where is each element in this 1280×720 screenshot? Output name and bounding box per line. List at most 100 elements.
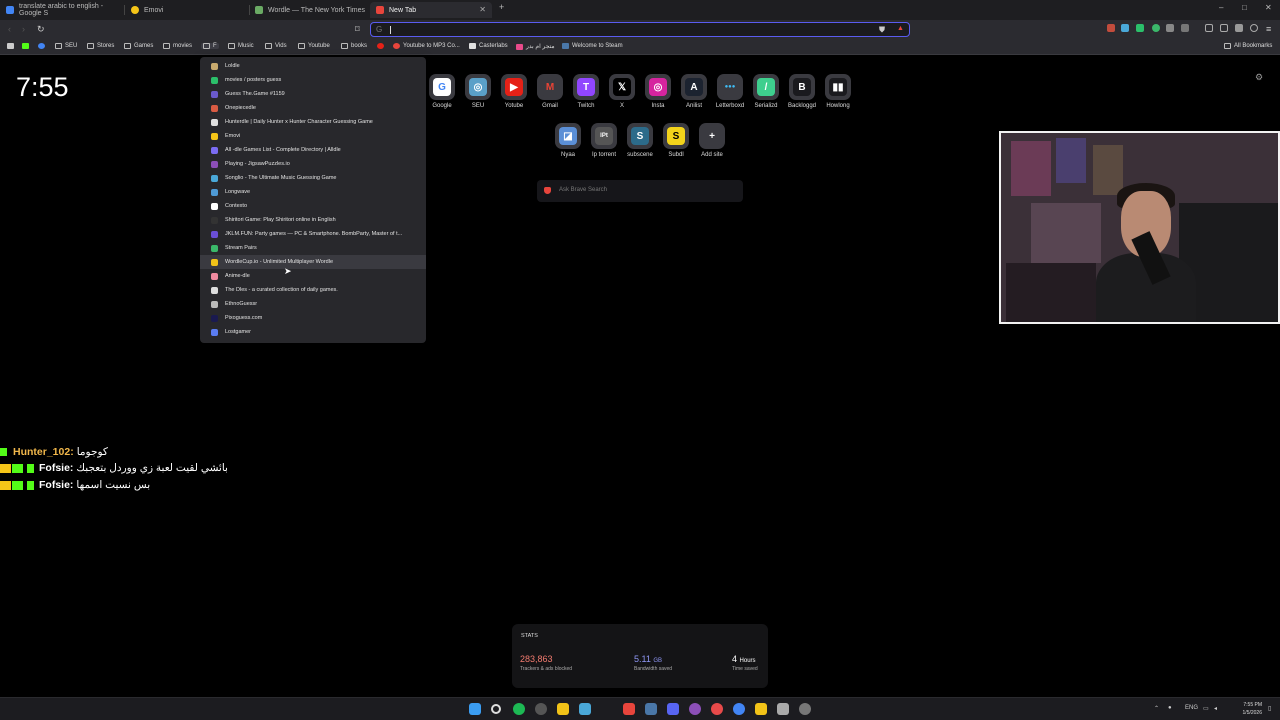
top-site-subdl[interactable]: S Subdl — [658, 123, 694, 158]
search-icon[interactable] — [491, 704, 501, 714]
steam-taskbar-icon[interactable] — [645, 703, 657, 715]
app-icon-2[interactable] — [579, 703, 591, 715]
maximize-button[interactable]: □ — [1242, 3, 1247, 12]
top-site-yotube[interactable]: ▶ Yotube — [496, 74, 532, 109]
extension-icon-1[interactable] — [1107, 24, 1115, 32]
sidebar-toggle-icon[interactable] — [1205, 24, 1213, 32]
bookmark-steam[interactable]: Welcome to Steam — [562, 43, 623, 49]
app-icon-3[interactable] — [689, 703, 701, 715]
tab-new-tab[interactable]: New Tab ✕ — [370, 2, 492, 18]
settings-taskbar-icon[interactable] — [799, 703, 811, 715]
language-indicator[interactable]: ENG — [1185, 705, 1198, 711]
brave-taskbar-icon[interactable] — [623, 703, 635, 715]
bookmark-folder-youtube[interactable]: Youtube — [298, 43, 330, 49]
file-explorer-icon[interactable] — [557, 703, 569, 715]
apps-bookmark[interactable] — [7, 43, 17, 49]
top-site-subscene[interactable]: Ssubscene — [622, 123, 658, 158]
bookmark-folder-books[interactable]: books — [341, 43, 367, 49]
top-site-x[interactable]: 𝕏X — [604, 74, 640, 109]
top-site-serializd[interactable]: / Serializd — [748, 74, 784, 109]
bookmark-menu-item[interactable]: Onepiecedle — [200, 101, 426, 115]
bookmark-folder-games[interactable]: Games — [124, 43, 153, 49]
back-icon[interactable]: ‹ — [8, 24, 11, 34]
bookmark-casterlabs[interactable]: Casterlabs — [469, 43, 508, 49]
reload-icon[interactable]: ↻ — [37, 24, 45, 35]
app-icon-5[interactable] — [733, 703, 745, 715]
kick-bookmark[interactable] — [22, 43, 32, 49]
bookmark-store[interactable]: متجر ام بدر — [516, 43, 555, 50]
bookmark-menu-item[interactable]: movies / posters guess — [200, 73, 426, 87]
bookmark-menu-item[interactable]: Anime-dle — [200, 269, 426, 283]
top-site-gmail[interactable]: M Gmail — [532, 74, 568, 109]
extensions-icon[interactable] — [1235, 24, 1243, 32]
tab-emovi[interactable]: Emovi — [125, 2, 249, 18]
top-site-seu[interactable]: ◎ SEU — [460, 74, 496, 109]
bookmark-menu-item[interactable]: Songlio - The Ultimate Music Guessing Ga… — [200, 171, 426, 185]
discord-icon[interactable] — [667, 703, 679, 715]
vpn-icon[interactable] — [1250, 24, 1258, 32]
bookmark-menu-item[interactable]: EthnoGuessr — [200, 297, 426, 311]
app-icon-4[interactable] — [711, 703, 723, 715]
bookmark-folder-f[interactable]: F — [201, 43, 219, 49]
top-site-ip-torrent[interactable]: IPt Ip torrent — [586, 123, 622, 158]
windows-start-icon[interactable] — [469, 703, 481, 715]
top-site-howlong[interactable]: ▮▮ Howlong — [820, 74, 856, 109]
customize-gear-icon[interactable]: ⚙ — [1255, 72, 1263, 83]
bookmark-menu-item[interactable]: Hunterdle | Daily Hunter x Hunter Charac… — [200, 115, 426, 129]
bookmark-menu-item[interactable]: All -dle Games List - Complete Directory… — [200, 143, 426, 157]
bookmark-menu-item[interactable]: Emovi — [200, 129, 426, 143]
bookmark-menu-item[interactable]: Lostgamer — [200, 325, 426, 339]
bookmark-menu-item[interactable]: Loldle — [200, 59, 426, 73]
network-icon[interactable]: ▭ — [1203, 705, 1209, 712]
mic-tray-icon[interactable]: ● — [1168, 705, 1172, 711]
new-tab-button[interactable]: + — [499, 2, 504, 12]
top-site-nyaa[interactable]: ◪ Nyaa — [550, 123, 586, 158]
close-tab-icon[interactable]: ✕ — [479, 5, 486, 14]
bookmark-menu-item[interactable]: JKLM.FUN: Party games — PC & Smartphone.… — [200, 227, 426, 241]
brave-shields-icon[interactable]: ⛊ — [879, 25, 885, 35]
brave-rewards-icon[interactable]: ▲ — [897, 25, 904, 32]
forward-icon[interactable]: › — [22, 24, 25, 34]
bookmark-menu-item[interactable]: Longwave — [200, 185, 426, 199]
tab-wordle[interactable]: Wordle — The New York Times — [249, 2, 369, 18]
spotify-icon[interactable] — [513, 703, 525, 715]
extension-icon-5[interactable] — [1166, 24, 1174, 32]
notification-icon[interactable]: ▯ — [1268, 705, 1271, 712]
extension-icon-6[interactable] — [1181, 24, 1189, 32]
bookmark-menu-item[interactable]: Pixoguess.com — [200, 311, 426, 325]
all-bookmarks[interactable]: All Bookmarks — [1224, 43, 1272, 49]
bookmark-youtube-to-mp3[interactable]: Youtube to MP3 Co... — [393, 43, 460, 49]
minimize-button[interactable]: – — [1219, 3, 1223, 12]
bookmark-menu-item[interactable]: The Dles - a curated collection of daily… — [200, 283, 426, 297]
app-icon-6[interactable] — [755, 703, 767, 715]
chrome-bookmark[interactable] — [38, 43, 48, 49]
top-site-letterboxd[interactable]: ●●● Letterboxd — [712, 74, 748, 109]
bookmark-folder-movies[interactable]: movies — [163, 43, 192, 49]
volume-icon[interactable]: ◂ — [1214, 705, 1217, 712]
ask-brave-search-input[interactable]: Ask Brave Search — [537, 180, 743, 202]
top-site-backloggd[interactable]: B Backloggd — [784, 74, 820, 109]
bookmark-folder-vids[interactable]: Vids — [265, 43, 287, 49]
top-site-insta[interactable]: ◎ Insta — [640, 74, 676, 109]
bookmark-page-icon[interactable]: ⌑ — [355, 24, 360, 35]
bookmark-folder-stores[interactable]: Stores — [87, 43, 114, 49]
taskbar-clock[interactable]: 7:55 PM 1/5/2026 — [1226, 701, 1262, 717]
extension-icon-3[interactable] — [1136, 24, 1144, 32]
tabs-icon[interactable] — [1220, 24, 1228, 32]
bookmark-menu-item[interactable]: Playing - JigsawPuzzles.io — [200, 157, 426, 171]
bookmark-menu-item[interactable]: Guess The.Game #1159 — [200, 87, 426, 101]
address-bar[interactable]: G ⛊ ▲ — [370, 22, 910, 37]
bookmark-menu-item[interactable]: Stream Pairs — [200, 241, 426, 255]
bookmark-folder-seu[interactable]: SEU — [55, 43, 77, 49]
app-icon-1[interactable] — [535, 703, 547, 715]
extension-icon-4[interactable] — [1152, 24, 1160, 32]
extension-icon-2[interactable] — [1121, 24, 1129, 32]
tray-chevron-icon[interactable]: ⌃ — [1154, 705, 1159, 712]
bookmark-menu-item[interactable]: Shiritori Game: Play Shiritori online in… — [200, 213, 426, 227]
bookmark-folder-music[interactable]: Music — [228, 43, 254, 49]
app-icon-7[interactable] — [777, 703, 789, 715]
bookmark-menu-item[interactable]: WordleCup.io - Unlimited Multiplayer Wor… — [200, 255, 426, 269]
top-site-anilist[interactable]: A Anilist — [676, 74, 712, 109]
top-site-twitch[interactable]: T Twitch — [568, 74, 604, 109]
top-site-add-site[interactable]: + Add site — [694, 123, 730, 158]
